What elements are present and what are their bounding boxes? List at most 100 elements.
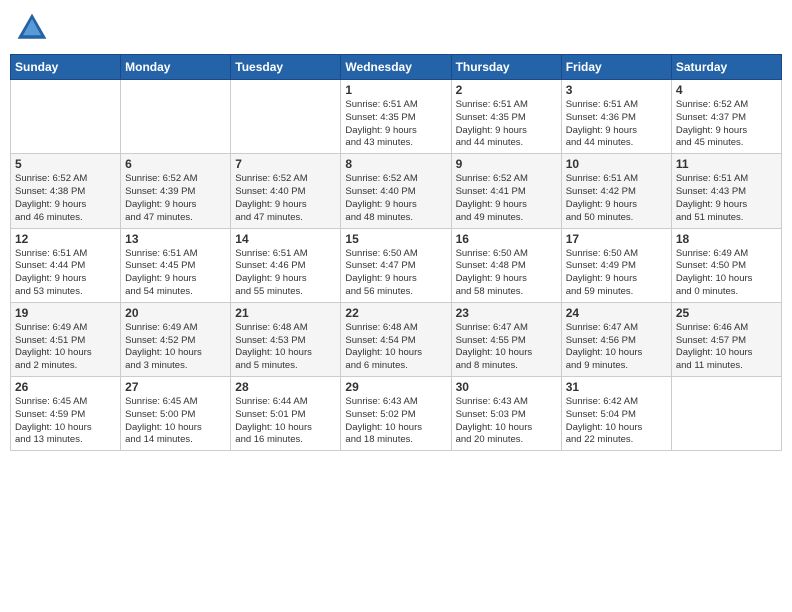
day-info: Sunrise: 6:51 AM Sunset: 4:43 PM Dayligh… (676, 173, 777, 224)
day-number: 27 (125, 380, 226, 394)
day-number: 15 (345, 232, 446, 246)
day-number: 1 (345, 83, 446, 97)
calendar-cell (231, 80, 341, 154)
day-number: 22 (345, 306, 446, 320)
calendar-cell: 28Sunrise: 6:44 AM Sunset: 5:01 PM Dayli… (231, 377, 341, 451)
calendar-cell: 7Sunrise: 6:52 AM Sunset: 4:40 PM Daylig… (231, 154, 341, 228)
logo-icon (14, 10, 50, 46)
page: SundayMondayTuesdayWednesdayThursdayFrid… (0, 0, 792, 612)
day-info: Sunrise: 6:50 AM Sunset: 4:49 PM Dayligh… (566, 248, 667, 299)
day-number: 25 (676, 306, 777, 320)
day-info: Sunrise: 6:52 AM Sunset: 4:38 PM Dayligh… (15, 173, 116, 224)
calendar-cell: 2 Sunrise: 6:51 AM Sunset: 4:35 PM Daylig… (451, 80, 561, 154)
day-info: Sunrise: 6:42 AM Sunset: 5:04 PM Dayligh… (566, 396, 667, 447)
calendar-cell: 22 Sunrise: 6:48 AM Sunset: 4:54 PM Dayli… (341, 302, 451, 376)
day-number: 14 (235, 232, 336, 246)
calendar-cell (121, 80, 231, 154)
calendar-cell: 16 Sunrise: 6:50 AM Sunset: 4:48 PM Dayli… (451, 228, 561, 302)
day-number: 6 (125, 157, 226, 171)
weekday-header-thursday: Thursday (451, 55, 561, 80)
day-info: Sunrise: 6:49 AM Sunset: 4:50 PM Dayligh… (676, 248, 777, 299)
day-number: 19 (15, 306, 116, 320)
calendar-cell: 27 Sunrise: 6:45 AM Sunset: 5:00 PM Dayli… (121, 377, 231, 451)
day-number: 10 (566, 157, 667, 171)
day-number: 23 (456, 306, 557, 320)
day-number: 31 (566, 380, 667, 394)
calendar-cell (671, 377, 781, 451)
day-info: Sunrise: 6:51 AM Sunset: 4:36 PM Dayligh… (566, 99, 667, 150)
day-info: Sunrise: 6:49 AM Sunset: 4:51 PM Dayligh… (15, 322, 116, 373)
day-info: Sunrise: 6:52 AM Sunset: 4:40 PM Dayligh… (345, 173, 446, 224)
day-number: 13 (125, 232, 226, 246)
day-info: Sunrise: 6:51 AM Sunset: 4:46 PM Dayligh… (235, 248, 336, 299)
day-info: Sunrise: 6:43 AM Sunset: 5:03 PM Dayligh… (456, 396, 557, 447)
day-number: 24 (566, 306, 667, 320)
day-number: 8 (345, 157, 446, 171)
day-number: 12 (15, 232, 116, 246)
day-number: 18 (676, 232, 777, 246)
weekday-header-tuesday: Tuesday (231, 55, 341, 80)
calendar-cell: 18 Sunrise: 6:49 AM Sunset: 4:50 PM Dayli… (671, 228, 781, 302)
day-number: 26 (15, 380, 116, 394)
day-info: Sunrise: 6:45 AM Sunset: 5:00 PM Dayligh… (125, 396, 226, 447)
day-info: Sunrise: 6:43 AM Sunset: 5:02 PM Dayligh… (345, 396, 446, 447)
calendar-cell: 19 Sunrise: 6:49 AM Sunset: 4:51 PM Dayli… (11, 302, 121, 376)
calendar-cell: 1 Sunrise: 6:51 AM Sunset: 4:35 PM Daylig… (341, 80, 451, 154)
day-number: 11 (676, 157, 777, 171)
day-info: Sunrise: 6:47 AM Sunset: 4:56 PM Dayligh… (566, 322, 667, 373)
calendar-cell: 6 Sunrise: 6:52 AM Sunset: 4:39 PM Daylig… (121, 154, 231, 228)
day-number: 20 (125, 306, 226, 320)
calendar-cell: 4 Sunrise: 6:52 AM Sunset: 4:37 PM Daylig… (671, 80, 781, 154)
calendar-cell: 15Sunrise: 6:50 AM Sunset: 4:47 PM Dayli… (341, 228, 451, 302)
calendar-cell: 17 Sunrise: 6:50 AM Sunset: 4:49 PM Dayli… (561, 228, 671, 302)
calendar-cell: 23 Sunrise: 6:47 AM Sunset: 4:55 PM Dayli… (451, 302, 561, 376)
day-number: 28 (235, 380, 336, 394)
calendar-cell: 9 Sunrise: 6:52 AM Sunset: 4:41 PM Daylig… (451, 154, 561, 228)
day-info: Sunrise: 6:51 AM Sunset: 4:42 PM Dayligh… (566, 173, 667, 224)
day-info: Sunrise: 6:45 AM Sunset: 4:59 PM Dayligh… (15, 396, 116, 447)
day-info: Sunrise: 6:52 AM Sunset: 4:41 PM Dayligh… (456, 173, 557, 224)
day-info: Sunrise: 6:47 AM Sunset: 4:55 PM Dayligh… (456, 322, 557, 373)
calendar-cell: 13 Sunrise: 6:51 AM Sunset: 4:45 PM Dayli… (121, 228, 231, 302)
header (10, 10, 782, 46)
calendar-cell: 21 Sunrise: 6:48 AM Sunset: 4:53 PM Dayli… (231, 302, 341, 376)
calendar-week-1: 1 Sunrise: 6:51 AM Sunset: 4:35 PM Daylig… (11, 80, 782, 154)
calendar-cell: 30Sunrise: 6:43 AM Sunset: 5:03 PM Dayli… (451, 377, 561, 451)
day-number: 17 (566, 232, 667, 246)
calendar-cell: 24 Sunrise: 6:47 AM Sunset: 4:56 PM Dayli… (561, 302, 671, 376)
day-number: 7 (235, 157, 336, 171)
weekday-header-friday: Friday (561, 55, 671, 80)
calendar-cell: 10 Sunrise: 6:51 AM Sunset: 4:42 PM Dayli… (561, 154, 671, 228)
day-number: 16 (456, 232, 557, 246)
calendar-cell: 26 Sunrise: 6:45 AM Sunset: 4:59 PM Dayli… (11, 377, 121, 451)
calendar-cell: 31 Sunrise: 6:42 AM Sunset: 5:04 PM Dayli… (561, 377, 671, 451)
calendar-cell: 8 Sunrise: 6:52 AM Sunset: 4:40 PM Daylig… (341, 154, 451, 228)
day-number: 21 (235, 306, 336, 320)
day-info: Sunrise: 6:48 AM Sunset: 4:54 PM Dayligh… (345, 322, 446, 373)
weekday-header-saturday: Saturday (671, 55, 781, 80)
day-info: Sunrise: 6:51 AM Sunset: 4:35 PM Dayligh… (345, 99, 446, 150)
calendar-table: SundayMondayTuesdayWednesdayThursdayFrid… (10, 54, 782, 451)
weekday-header-row: SundayMondayTuesdayWednesdayThursdayFrid… (11, 55, 782, 80)
logo (14, 10, 54, 46)
day-info: Sunrise: 6:48 AM Sunset: 4:53 PM Dayligh… (235, 322, 336, 373)
day-number: 9 (456, 157, 557, 171)
day-info: Sunrise: 6:49 AM Sunset: 4:52 PM Dayligh… (125, 322, 226, 373)
day-number: 29 (345, 380, 446, 394)
day-number: 4 (676, 83, 777, 97)
weekday-header-monday: Monday (121, 55, 231, 80)
weekday-header-wednesday: Wednesday (341, 55, 451, 80)
day-number: 3 (566, 83, 667, 97)
day-number: 5 (15, 157, 116, 171)
day-info: Sunrise: 6:51 AM Sunset: 4:45 PM Dayligh… (125, 248, 226, 299)
day-info: Sunrise: 6:52 AM Sunset: 4:37 PM Dayligh… (676, 99, 777, 150)
calendar-cell: 3 Sunrise: 6:51 AM Sunset: 4:36 PM Daylig… (561, 80, 671, 154)
calendar-cell: 25Sunrise: 6:46 AM Sunset: 4:57 PM Dayli… (671, 302, 781, 376)
calendar-cell (11, 80, 121, 154)
day-info: Sunrise: 6:50 AM Sunset: 4:48 PM Dayligh… (456, 248, 557, 299)
day-info: Sunrise: 6:51 AM Sunset: 4:44 PM Dayligh… (15, 248, 116, 299)
day-info: Sunrise: 6:52 AM Sunset: 4:39 PM Dayligh… (125, 173, 226, 224)
calendar-cell: 11 Sunrise: 6:51 AM Sunset: 4:43 PM Dayli… (671, 154, 781, 228)
day-info: Sunrise: 6:51 AM Sunset: 4:35 PM Dayligh… (456, 99, 557, 150)
day-number: 2 (456, 83, 557, 97)
